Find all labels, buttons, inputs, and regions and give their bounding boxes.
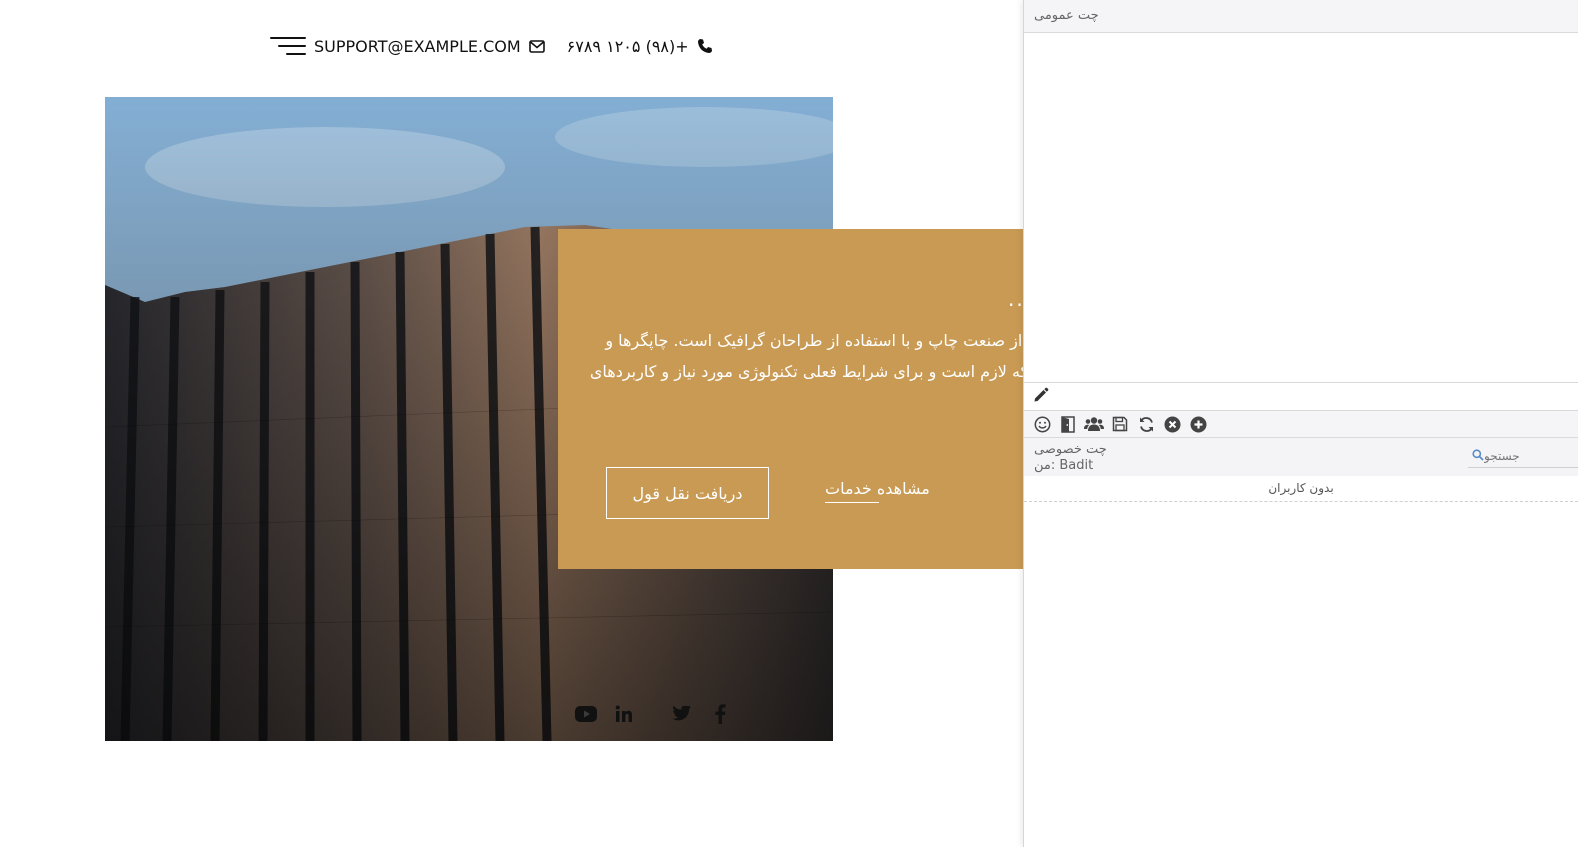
menu-icon[interactable] — [270, 33, 306, 59]
no-users-message: بدون کاربران — [1024, 476, 1578, 502]
public-chat-title: چت عمومی — [1034, 8, 1099, 23]
exit-door-icon[interactable] — [1058, 414, 1078, 434]
private-chat-title[interactable]: چت خصوصی — [1034, 442, 1107, 457]
private-chat-section: چت خصوصی من: Badit — [1024, 438, 1578, 476]
close-circle-icon[interactable] — [1162, 414, 1182, 434]
view-services-link[interactable]: مشاهده خدمات — [825, 479, 930, 503]
card-paragraph: وم از صنعت چاپ و با استفاده از طراحان گر… — [589, 325, 1045, 387]
search-input[interactable] — [1484, 448, 1572, 463]
user-search[interactable] — [1468, 444, 1578, 468]
chat-messages-area[interactable] — [1024, 33, 1578, 383]
get-quote-button[interactable]: دریافت نقل قول — [606, 467, 769, 519]
current-user-label: من: Badit — [1034, 458, 1094, 473]
envelope-icon — [528, 39, 545, 53]
support-phone[interactable]: +(۹۸) ۱۲۰۵ ۶۷۸۹ — [567, 37, 689, 56]
add-circle-icon[interactable] — [1188, 414, 1208, 434]
support-email[interactable]: SUPPORT@EXAMPLE.COM — [314, 37, 521, 56]
youtube-icon[interactable] — [575, 703, 597, 725]
phone-icon — [697, 38, 713, 54]
chat-message-input[interactable] — [1024, 383, 1578, 411]
chat-toolbar — [1024, 411, 1578, 438]
view-services-label: مشاهده خدمات — [825, 479, 930, 498]
save-icon[interactable] — [1110, 414, 1130, 434]
link-underline — [825, 502, 879, 503]
refresh-icon[interactable] — [1136, 414, 1156, 434]
linkedin-icon[interactable] — [613, 703, 635, 725]
facebook-icon[interactable] — [709, 703, 731, 725]
chat-panel: چت عمومی چت خصوصی من: Badit جستجو بدون ک… — [1023, 0, 1578, 847]
twitter-icon[interactable] — [671, 703, 693, 725]
users-icon[interactable] — [1084, 414, 1104, 434]
card-paragraph-line-1: وم از صنعت چاپ و با استفاده از طراحان گر… — [605, 331, 1045, 350]
search-icon — [1472, 446, 1484, 465]
public-chat-header[interactable]: چت عمومی — [1024, 0, 1578, 33]
smiley-icon[interactable] — [1032, 414, 1052, 434]
contact-bar: SUPPORT@EXAMPLE.COM +(۹۸) ۱۲۰۵ ۶۷۸۹ — [270, 32, 713, 60]
card-paragraph-line-2: ن که لازم است و برای شرایط فعلی تکنولوژی… — [589, 362, 1045, 381]
pencil-icon — [1033, 387, 1049, 407]
